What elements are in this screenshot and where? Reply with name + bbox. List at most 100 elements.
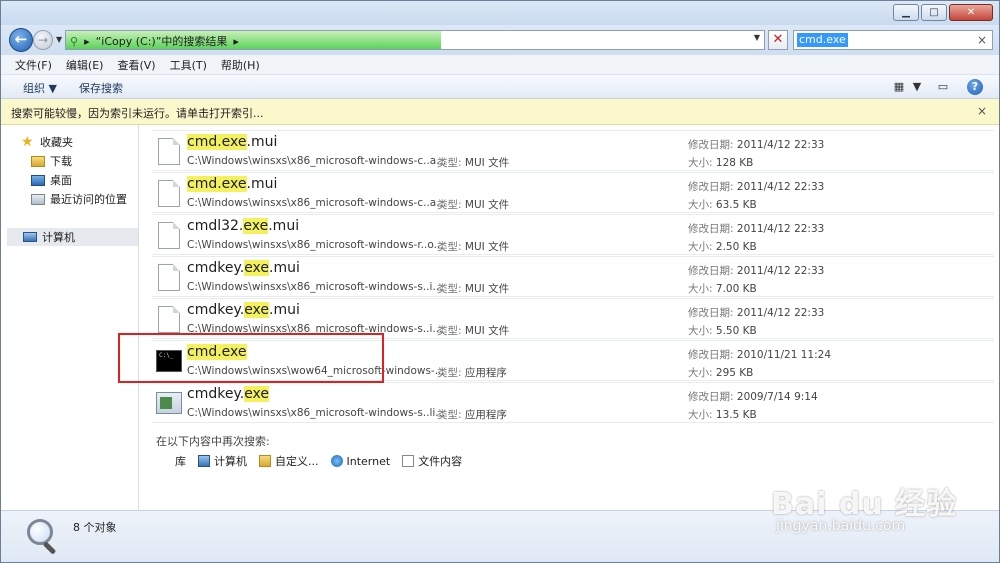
file-type: 类型: MUI 文件	[437, 283, 510, 295]
sidebar-item-favorites[interactable]: ★ 收藏夹	[21, 133, 73, 151]
menu-tools[interactable]: 工具(T)	[170, 57, 207, 73]
minimize-button[interactable]: ▁	[893, 4, 919, 21]
file-name-match: exe	[243, 218, 269, 234]
file-path: C:\Windows\winsxs\x86_microsoft-windows-…	[187, 281, 443, 293]
organize-button[interactable]: 组织 ▼	[23, 80, 57, 96]
internet-icon	[330, 455, 343, 467]
menu-file[interactable]: 文件(F)	[15, 57, 52, 73]
file-path: C:\Windows\winsxs\x86_microsoft-windows-…	[187, 197, 447, 209]
file-name-prefix: cmdkey.	[187, 302, 245, 318]
search-magnifier-icon	[27, 519, 61, 555]
mui-file-icon	[158, 306, 180, 333]
close-button[interactable]: ✕	[949, 4, 993, 21]
maximize-button[interactable]: □	[921, 4, 947, 21]
sidebar-item-label: 最近访问的位置	[50, 193, 127, 206]
file-name: cmdkey.exe.mui	[187, 260, 300, 276]
file-name: cmdl32.exe.mui	[187, 218, 299, 234]
file-type: 类型: 应用程序	[437, 367, 507, 379]
file-name-suffix: .mui	[268, 218, 300, 234]
result-row[interactable]: cmd.exe.mui C:\Windows\winsxs\x86_microso…	[152, 130, 994, 171]
sidebar-item-downloads[interactable]: 下载	[31, 152, 72, 170]
forward-button[interactable]: →	[33, 30, 53, 50]
search-again-title: 在以下内容中再次搜索:	[156, 435, 270, 448]
menu-edit[interactable]: 编辑(E)	[66, 57, 104, 73]
clear-search-icon[interactable]: ×	[977, 33, 987, 47]
breadcrumb-arrow-icon[interactable]: ▸	[84, 35, 90, 48]
menu-view[interactable]: 查看(V)	[117, 57, 155, 73]
preview-pane-icon[interactable]: ▭	[935, 78, 951, 96]
address-bar[interactable]: ⚲ ▸ “iCopy (C:)”中的搜索结果 ▸ ▼	[65, 30, 765, 50]
file-path: C:\Windows\winsxs\x86_microsoft-windows-…	[187, 155, 447, 167]
file-modified-date: 修改日期: 2011/4/12 22:33	[688, 223, 825, 235]
search-input-value: cmd.exe	[797, 33, 848, 47]
menu-bar: 文件(F) 编辑(E) 查看(V) 工具(T) 帮助(H)	[1, 55, 999, 75]
file-size: 大小: 295 KB	[688, 367, 754, 379]
file-name: cmd.exe.mui	[187, 176, 277, 192]
highlight-annotation-box	[118, 333, 384, 383]
sidebar-item-recent[interactable]: 最近访问的位置	[31, 190, 127, 208]
sidebar-item-computer[interactable]: 计算机	[7, 228, 138, 246]
sidebar-item-label: 桌面	[50, 174, 72, 187]
breadcrumb-search-results[interactable]: “iCopy (C:)”中的搜索结果	[96, 33, 228, 49]
computer-icon	[198, 455, 210, 467]
file-type: 类型: MUI 文件	[437, 325, 510, 337]
mui-file-icon	[158, 222, 180, 249]
result-row[interactable]: cmdkey.exe.mui C:\Windows\winsxs\x86_micr…	[152, 256, 994, 297]
search-again-library[interactable]: 库	[175, 453, 186, 469]
file-name-match: exe	[244, 260, 270, 276]
file-size: 大小: 128 KB	[688, 157, 754, 169]
view-icon[interactable]: ▦	[891, 78, 907, 96]
save-search-button[interactable]: 保存搜索	[79, 80, 123, 96]
mui-file-icon	[158, 180, 180, 207]
file-size: 大小: 63.5 KB	[688, 199, 757, 211]
file-size: 大小: 7.00 KB	[688, 283, 757, 295]
baidu-watermark-url: jingyan.baidu.com	[776, 518, 906, 534]
command-bar: 组织 ▼ 保存搜索 ▦ ▼ ▭ ?	[1, 75, 999, 99]
address-dropdown-icon[interactable]: ▼	[754, 33, 760, 42]
file-type: 类型: MUI 文件	[437, 241, 510, 253]
sidebar-item-desktop[interactable]: 桌面	[31, 171, 72, 189]
info-bar[interactable]: 搜索可能较慢，因为索引未运行。请单击打开索引... ×	[1, 99, 999, 125]
search-again-custom[interactable]: 自定义...	[259, 453, 319, 469]
view-dropdown-icon[interactable]: ▼	[909, 78, 925, 96]
search-input[interactable]: cmd.exe ×	[793, 30, 993, 50]
search-again-file-contents[interactable]: 文件内容	[402, 453, 462, 469]
file-name-prefix: cmdl32.	[187, 218, 244, 234]
search-again-internet[interactable]: Internet	[330, 455, 390, 468]
search-folder-icon: ⚲	[70, 34, 79, 48]
computer-icon	[23, 232, 37, 242]
sidebar-item-label: 收藏夹	[40, 136, 73, 149]
mui-file-icon	[158, 138, 180, 165]
search-again-computer[interactable]: 计算机	[198, 453, 247, 469]
menu-help[interactable]: 帮助(H)	[221, 57, 260, 73]
address-row: ← → ▼ ⚲ ▸ “iCopy (C:)”中的搜索结果 ▸ ▼ ✕ cmd.e…	[1, 25, 999, 55]
info-bar-text[interactable]: 搜索可能较慢，因为索引未运行。请单击打开索引...	[11, 105, 264, 121]
file-name: cmd.exe.mui	[187, 134, 277, 150]
file-path: C:\Windows\winsxs\x86_microsoft-windows-…	[187, 239, 444, 251]
title-bar: ▁ □ ✕	[1, 1, 999, 25]
result-row[interactable]: cmdkey.exe C:\Windows\winsxs\x86_microsof…	[152, 382, 994, 423]
file-name-suffix: .mui	[246, 176, 278, 192]
stop-button[interactable]: ✕	[768, 30, 788, 50]
file-size: 大小: 2.50 KB	[688, 241, 757, 253]
result-row[interactable]: cmd.exe.mui C:\Windows\winsxs\x86_microso…	[152, 172, 994, 213]
back-button[interactable]: ←	[9, 28, 33, 52]
history-dropdown-icon[interactable]: ▼	[56, 35, 62, 44]
file-name: cmdkey.exe.mui	[187, 302, 300, 318]
file-name: cmdkey.exe	[187, 386, 270, 402]
breadcrumb-arrow-icon[interactable]: ▸	[233, 35, 239, 48]
baidu-watermark-logo: Bai du 经验	[771, 487, 958, 522]
file-modified-date: 修改日期: 2009/7/14 9:14	[688, 391, 818, 403]
downloads-folder-icon	[31, 155, 45, 167]
file-name-match: exe	[244, 302, 270, 318]
help-icon[interactable]: ?	[967, 79, 983, 95]
file-modified-date: 修改日期: 2011/4/12 22:33	[688, 265, 825, 277]
file-modified-date: 修改日期: 2011/4/12 22:33	[688, 307, 825, 319]
file-name-suffix: .mui	[269, 260, 300, 276]
results-list: cmd.exe.mui C:\Windows\winsxs\x86_microso…	[140, 125, 999, 510]
info-bar-close-icon[interactable]: ×	[977, 104, 987, 118]
search-again-links: 库 计算机 自定义... Internet 文件内容	[175, 453, 462, 469]
file-path: C:\Windows\winsxs\x86_microsoft-windows-…	[187, 407, 446, 419]
result-row[interactable]: cmdl32.exe.mui C:\Windows\winsxs\x86_micr…	[152, 214, 994, 255]
file-name-match: exe	[244, 386, 270, 402]
